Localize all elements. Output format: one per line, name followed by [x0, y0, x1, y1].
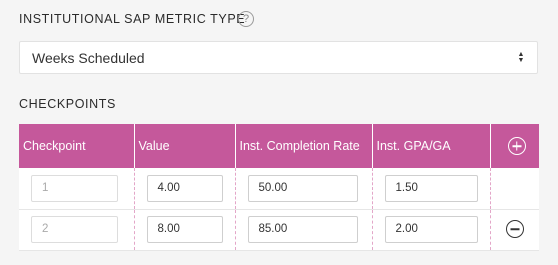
- column-header-value: Value: [134, 124, 236, 168]
- column-header-completion-rate: Inst. Completion Rate: [235, 124, 373, 168]
- table-row: 2 8.00 85.00 2.00: [19, 209, 539, 251]
- add-checkpoint-button[interactable]: [507, 137, 526, 155]
- checkpoints-label: CHECKPOINTS: [19, 97, 116, 111]
- remove-checkpoint-button[interactable]: [505, 220, 524, 239]
- completion-rate-input[interactable]: 85.00: [247, 216, 358, 243]
- table-header-row: Checkpoint Value Inst. Completion Rate I…: [19, 124, 539, 168]
- value-input[interactable]: 4.00: [146, 174, 223, 202]
- metric-type-value: Weeks Scheduled: [32, 50, 145, 66]
- checkpoint-field: 2: [31, 216, 118, 243]
- gpa-input[interactable]: 1.50: [384, 174, 478, 202]
- value-input[interactable]: 8.00: [146, 216, 223, 243]
- column-header-gpa: Inst. GPA/GA: [372, 124, 491, 168]
- help-icon[interactable]: ?: [238, 11, 254, 27]
- gpa-input[interactable]: 2.00: [384, 216, 478, 243]
- table-row: 1 4.00 50.00 1.50: [19, 168, 539, 210]
- metric-type-select[interactable]: Weeks Scheduled ▲ ▼: [19, 41, 538, 74]
- column-header-checkpoint: Checkpoint: [19, 124, 135, 168]
- checkpoints-table: Checkpoint Value Inst. Completion Rate I…: [19, 124, 539, 251]
- completion-rate-input[interactable]: 50.00: [247, 174, 358, 202]
- checkpoint-field: 1: [31, 174, 118, 202]
- metric-type-label: INSTITUTIONAL SAP METRIC TYPE: [19, 12, 246, 26]
- sort-arrows-icon: ▲ ▼: [517, 51, 525, 64]
